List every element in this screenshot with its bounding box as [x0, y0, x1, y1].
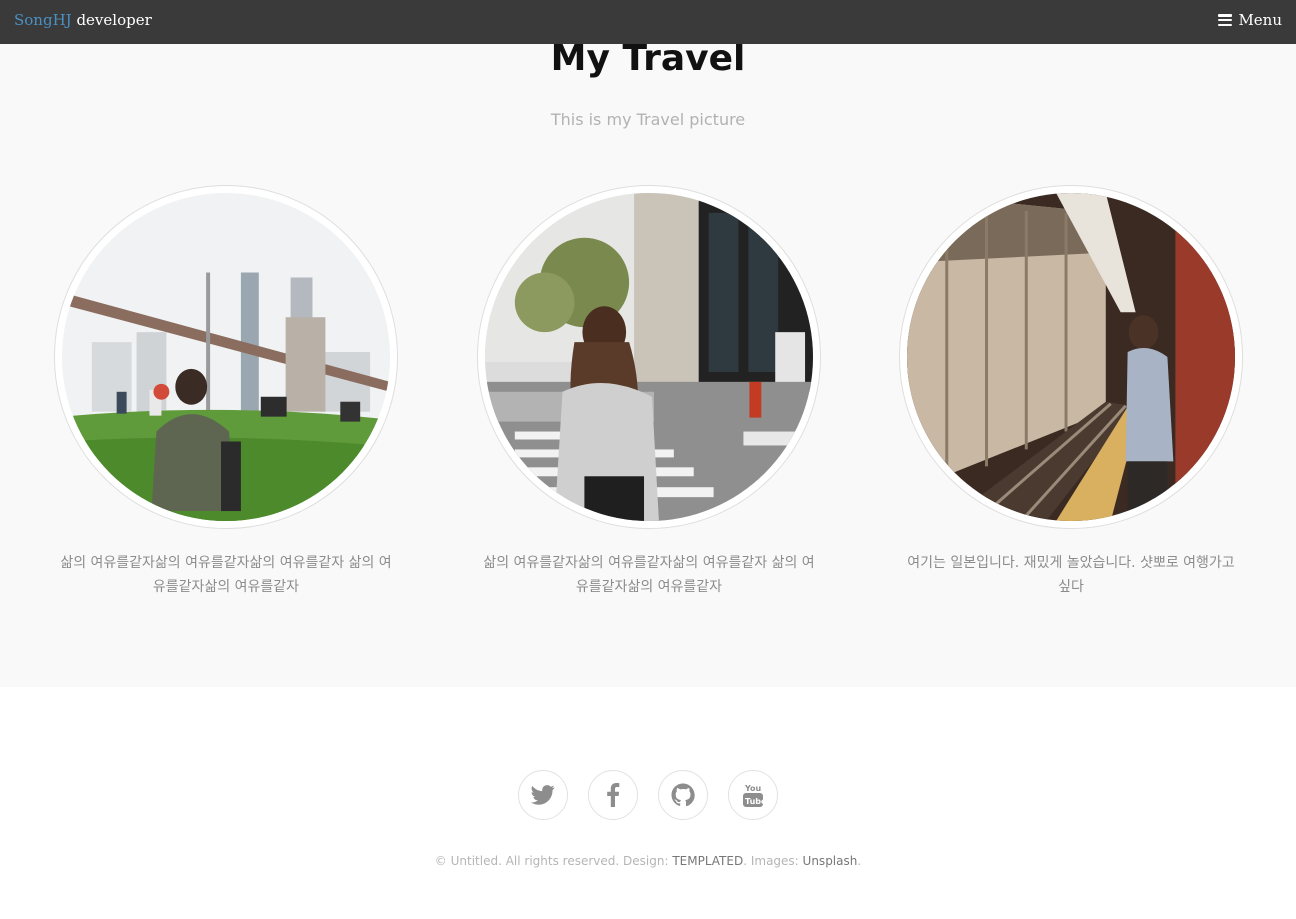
youtube-button[interactable]: You Tube — [728, 770, 778, 820]
travel-card: 삶의 여유를같자삶의 여유를같자삶의 여유를같자 삶의 여유를같자삶의 여유를같… — [54, 185, 398, 599]
photo-frame — [899, 185, 1243, 529]
photo-frame — [54, 185, 398, 529]
copyright-text: © Untitled. All rights reserved. Design:… — [0, 854, 1296, 868]
social-links: You Tube — [0, 770, 1296, 820]
brooklyn-bridge-park-photo[interactable] — [62, 193, 390, 521]
subway-platform-man-photo[interactable] — [907, 193, 1235, 521]
card-caption: 삶의 여유를같자삶의 여유를같자삶의 여유를같자 삶의 여유를같자삶의 여유를같… — [60, 555, 392, 595]
logo-role[interactable]: developer — [76, 11, 151, 29]
photo-frame — [477, 185, 821, 529]
card-caption: 여기는 일본입니다. 재밌게 놀았습니다. 샷뽀로 여행가고싶다 — [907, 555, 1235, 595]
menu-button[interactable]: Menu — [1218, 11, 1282, 29]
site-logo[interactable]: SongHJ developer — [14, 11, 152, 29]
facebook-icon[interactable] — [606, 783, 620, 807]
design-link[interactable]: TEMPLATED — [672, 854, 743, 868]
menu-label[interactable]: Menu — [1238, 11, 1282, 29]
page-subtitle: This is my Travel picture — [550, 110, 746, 129]
images-link[interactable]: Unsplash — [803, 854, 858, 868]
facebook-button[interactable] — [588, 770, 638, 820]
travel-card: 삶의 여유를같자삶의 여유를같자삶의 여유를같자 삶의 여유를같자삶의 여유를같… — [477, 185, 821, 599]
page-title: My Travel — [550, 38, 746, 79]
svg-text:Tube: Tube — [745, 797, 764, 806]
svg-text:You: You — [744, 784, 762, 793]
logo-brand[interactable]: SongHJ — [14, 11, 72, 29]
travel-section: My Travel This is my Travel picture 삶의 여… — [0, 38, 1296, 687]
twitter-button[interactable] — [518, 770, 568, 820]
street-crosswalk-woman-photo[interactable] — [485, 193, 813, 521]
github-icon[interactable] — [671, 783, 695, 807]
top-nav-bar: SongHJ developer Menu — [0, 0, 1296, 44]
twitter-icon[interactable] — [531, 785, 555, 805]
card-caption: 삶의 여유를같자삶의 여유를같자삶의 여유를같자 삶의 여유를같자삶의 여유를같… — [483, 555, 815, 595]
hamburger-icon[interactable] — [1218, 14, 1233, 26]
images-prefix: . Images: — [743, 854, 803, 868]
github-button[interactable] — [658, 770, 708, 820]
travel-card: 여기는 일본입니다. 재밌게 놀았습니다. 샷뽀로 여행가고싶다 — [899, 185, 1243, 599]
youtube-icon[interactable]: You Tube — [742, 782, 764, 808]
footer: You Tube © Untitled. All rights reserved… — [0, 687, 1296, 919]
copyright-suffix: . — [857, 854, 862, 868]
copyright-prefix: © Untitled. All rights reserved. Design: — [434, 854, 673, 868]
